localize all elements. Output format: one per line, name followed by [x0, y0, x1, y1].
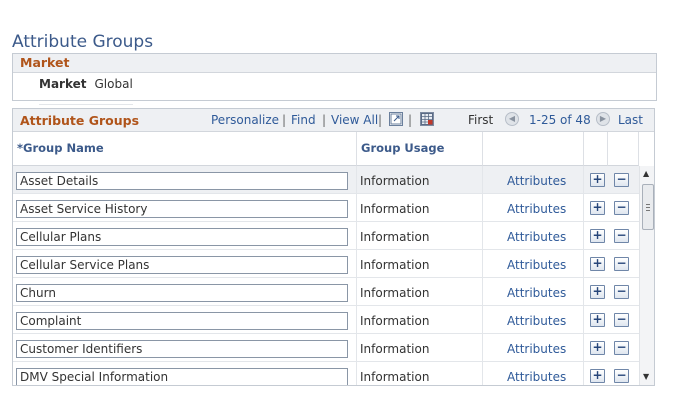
- scroll-down-icon[interactable]: ▼: [643, 372, 649, 381]
- table-row: Information Attributes + −: [13, 278, 639, 306]
- table-row: Information Attributes + −: [13, 222, 639, 250]
- group-name-input[interactable]: [16, 228, 348, 246]
- delete-row-button[interactable]: −: [614, 201, 629, 215]
- attributes-link[interactable]: Attributes: [507, 286, 566, 300]
- toolbar-separator: |: [378, 113, 383, 127]
- attributes-link[interactable]: Attributes: [507, 342, 566, 356]
- group-usage-value: Information: [360, 230, 430, 244]
- group-usage-value: Information: [360, 314, 430, 328]
- scrollbar-thumb[interactable]: [642, 184, 654, 230]
- group-usage-value: Information: [360, 258, 430, 272]
- column-header-group-name[interactable]: *Group Name: [13, 132, 357, 166]
- attributes-link[interactable]: Attributes: [507, 230, 566, 244]
- column-header-links: [483, 132, 584, 166]
- group-name-input[interactable]: [16, 172, 348, 190]
- view-all-link[interactable]: View All: [331, 113, 378, 127]
- group-usage-value: Information: [360, 342, 430, 356]
- grid-rows: Information Attributes + − Information A…: [13, 166, 639, 385]
- group-usage-value: Information: [360, 202, 430, 216]
- grid-toolbar: Attribute Groups Personalize | Find | Vi…: [13, 109, 654, 132]
- attributes-link[interactable]: Attributes: [507, 370, 566, 384]
- delete-row-button[interactable]: −: [614, 313, 629, 327]
- grid-title: Attribute Groups: [20, 113, 140, 128]
- add-row-button[interactable]: +: [590, 257, 605, 271]
- table-row: Information Attributes + −: [13, 306, 639, 334]
- attributes-link[interactable]: Attributes: [507, 258, 566, 272]
- delete-row-button[interactable]: −: [614, 173, 629, 187]
- attributes-link[interactable]: Attributes: [507, 314, 566, 328]
- group-name-input[interactable]: [16, 340, 348, 358]
- delete-row-button[interactable]: −: [614, 341, 629, 355]
- column-header-group-usage[interactable]: Group Usage: [357, 132, 483, 166]
- page-title: Attribute Groups: [12, 32, 154, 52]
- add-row-button[interactable]: +: [590, 201, 605, 215]
- find-link[interactable]: Find: [291, 113, 316, 127]
- pager-range: 1-25 of 48: [529, 113, 591, 127]
- market-row: Market Global: [39, 77, 133, 105]
- download-spreadsheet-icon[interactable]: [420, 112, 434, 126]
- delete-row-button[interactable]: −: [614, 257, 629, 271]
- market-section-title: Market: [13, 54, 656, 73]
- add-row-button[interactable]: +: [590, 369, 605, 383]
- table-row: Information Attributes + −: [13, 194, 639, 222]
- group-name-input[interactable]: [16, 200, 348, 218]
- toolbar-separator: |: [282, 113, 287, 127]
- table-row: Information Attributes + −: [13, 166, 639, 194]
- toolbar-separator: |: [322, 113, 327, 127]
- delete-row-button[interactable]: −: [614, 285, 629, 299]
- group-name-input[interactable]: [16, 284, 348, 302]
- add-row-button[interactable]: +: [590, 173, 605, 187]
- table-row: Information Attributes + −: [13, 362, 639, 385]
- column-header-add: [584, 132, 608, 166]
- add-row-button[interactable]: +: [590, 341, 605, 355]
- attributes-link[interactable]: Attributes: [507, 174, 566, 188]
- group-name-input[interactable]: [16, 256, 348, 274]
- group-name-input[interactable]: [16, 368, 348, 385]
- attributes-link[interactable]: Attributes: [507, 202, 566, 216]
- market-section: Market Market Global: [12, 53, 657, 105]
- next-page-icon[interactable]: ▶: [596, 112, 610, 126]
- group-usage-value: Information: [360, 174, 430, 188]
- pager-first[interactable]: First: [468, 113, 493, 127]
- add-row-button[interactable]: +: [590, 313, 605, 327]
- add-row-button[interactable]: +: [590, 285, 605, 299]
- delete-row-button[interactable]: −: [614, 369, 629, 383]
- attribute-groups-grid: Attribute Groups Personalize | Find | Vi…: [12, 108, 655, 386]
- column-header-delete: [608, 132, 639, 166]
- group-usage-value: Information: [360, 286, 430, 300]
- prev-page-icon[interactable]: ◀: [505, 112, 519, 126]
- table-row: Information Attributes + −: [13, 334, 639, 362]
- personalize-link[interactable]: Personalize: [211, 113, 279, 127]
- group-usage-value: Information: [360, 370, 430, 384]
- market-label: Market: [39, 77, 87, 91]
- group-name-input[interactable]: [16, 312, 348, 330]
- table-row: Information Attributes + −: [13, 250, 639, 278]
- add-row-button[interactable]: +: [590, 229, 605, 243]
- toolbar-separator: |: [408, 113, 413, 127]
- scroll-up-icon[interactable]: ▲: [643, 169, 649, 178]
- pager-last[interactable]: Last: [618, 113, 643, 127]
- zoom-grid-icon[interactable]: [389, 112, 403, 126]
- vertical-scrollbar[interactable]: ▲ ▼: [639, 166, 654, 385]
- market-value: Global: [94, 77, 133, 91]
- delete-row-button[interactable]: −: [614, 229, 629, 243]
